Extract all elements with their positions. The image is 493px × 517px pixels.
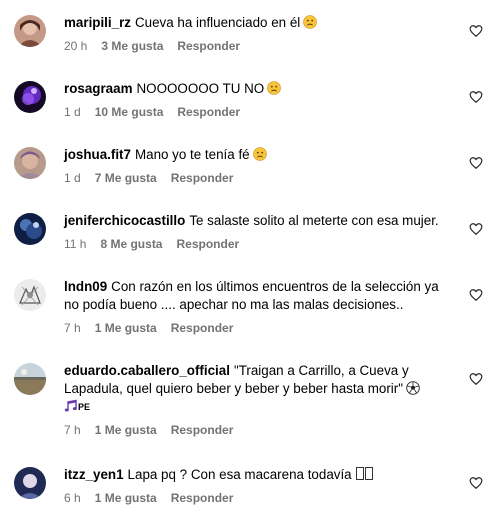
reply-button[interactable]: Responder [177, 105, 240, 119]
comment-likes[interactable]: 1 Me gusta [95, 491, 157, 505]
comment-meta: 1 d 7 Me gusta Responder [64, 170, 456, 186]
comment-text: Te salaste solito al meterte con esa muj… [189, 213, 439, 228]
comment-text-line: lndn09 Con razón en los últimos encuentro… [64, 278, 456, 314]
comment-time: 20 h [64, 39, 88, 53]
comment-text-line: eduardo.caballero_official "Traigan a Car… [64, 362, 456, 416]
like-heart-icon[interactable] [469, 90, 483, 104]
comment-text: Lapa pq ? Con esa macarena todavía [127, 467, 352, 482]
comment-text: Con razón en los últimos encuentros de l… [64, 279, 439, 312]
reply-button[interactable]: Responder [177, 39, 240, 53]
sad-face-emoji [267, 81, 282, 95]
comment-body: eduardo.caballero_official "Traigan a Car… [64, 362, 456, 438]
comment-body: lndn09 Con razón en los últimos encuentro… [64, 278, 456, 336]
musical-notes-emoji [64, 399, 78, 413]
comment-username[interactable]: lndn09 [64, 279, 107, 294]
avatar[interactable] [14, 147, 46, 179]
avatar[interactable] [14, 467, 46, 499]
comment-text-line: jeniferchicocastillo Te salaste solito al… [64, 212, 456, 230]
comment-username[interactable]: rosagraam [64, 81, 132, 96]
comment-text-line: itzz_yen1 Lapa pq ? Con esa macarena toda… [64, 466, 456, 484]
extra-tag-text: PE [78, 402, 91, 412]
comment-text-line: maripili_rz Cueva ha influenciado en él [64, 14, 456, 32]
comment-username[interactable]: eduardo.caballero_official [64, 363, 230, 378]
comment-username[interactable]: maripili_rz [64, 15, 131, 30]
reply-button[interactable]: Responder [176, 237, 239, 251]
comment-username[interactable]: joshua.fit7 [64, 147, 131, 162]
comment-text: Mano yo te tenía fé [134, 147, 250, 162]
like-heart-icon[interactable] [469, 372, 483, 386]
comment-likes[interactable]: 3 Me gusta [101, 39, 163, 53]
comment-likes[interactable]: 1 Me gusta [95, 321, 157, 335]
like-heart-icon[interactable] [469, 24, 483, 38]
reply-button[interactable]: Responder [171, 423, 234, 437]
comment-username[interactable]: jeniferchicocastillo [64, 213, 185, 228]
avatar[interactable] [14, 15, 46, 47]
reply-button[interactable]: Responder [171, 321, 234, 335]
like-heart-icon[interactable] [469, 476, 483, 490]
comment-text-line: joshua.fit7 Mano yo te tenía fé [64, 146, 456, 164]
comment-time: 11 h [64, 237, 87, 251]
comment-text-line: rosagraam NOOOOOOO TU NO [64, 80, 456, 98]
avatar[interactable] [14, 363, 46, 395]
comment-meta: 7 h 1 Me gusta Responder [64, 320, 456, 336]
comment-likes[interactable]: 10 Me gusta [95, 105, 164, 119]
sad-face-emoji [252, 147, 267, 161]
comment-likes[interactable]: 8 Me gusta [100, 237, 162, 251]
comment-body: itzz_yen1 Lapa pq ? Con esa macarena toda… [64, 466, 456, 506]
comment-meta: 20 h 3 Me gusta Responder [64, 38, 456, 54]
sad-face-emoji [303, 15, 318, 29]
comment-time: 1 d [64, 171, 81, 185]
comment-body: rosagraam NOOOOOOO TU NO 1 d 10 Me gusta Re… [64, 80, 456, 120]
comment-meta: 1 d 10 Me gusta Responder [64, 104, 456, 120]
comment-body: joshua.fit7 Mano yo te tenía fé 1 d 7 Me g… [64, 146, 456, 186]
comment-text: NOOOOOOO TU NO [136, 81, 265, 96]
comment-time: 7 h [64, 423, 81, 437]
like-heart-icon[interactable] [469, 156, 483, 170]
comment-meta: 11 h 8 Me gusta Responder [64, 236, 456, 252]
avatar[interactable] [14, 81, 46, 113]
comment-meta: 7 h 1 Me gusta Responder [64, 422, 456, 438]
avatar[interactable] [14, 213, 46, 245]
comment-time: 7 h [64, 321, 81, 335]
reply-button[interactable]: Responder [171, 491, 234, 505]
comment-username[interactable]: itzz_yen1 [64, 467, 124, 482]
like-heart-icon[interactable] [469, 222, 483, 236]
comment-likes[interactable]: 1 Me gusta [95, 423, 157, 437]
reply-button[interactable]: Responder [171, 171, 234, 185]
comment-time: 1 d [64, 105, 81, 119]
comment-body: maripili_rz Cueva ha influenciado en él 2… [64, 14, 456, 54]
missing-glyph-icon [365, 467, 374, 480]
like-heart-icon[interactable] [469, 288, 483, 302]
avatar[interactable] [14, 279, 46, 311]
comment-meta: 6 h 1 Me gusta Responder [64, 490, 456, 506]
missing-glyph-icon [356, 467, 365, 480]
comment-body: jeniferchicocastillo Te salaste solito al… [64, 212, 456, 252]
soccer-ball-emoji [406, 381, 420, 395]
comment-likes[interactable]: 7 Me gusta [95, 171, 157, 185]
comment-text: Cueva ha influenciado en él [134, 15, 301, 30]
comment-time: 6 h [64, 491, 81, 505]
